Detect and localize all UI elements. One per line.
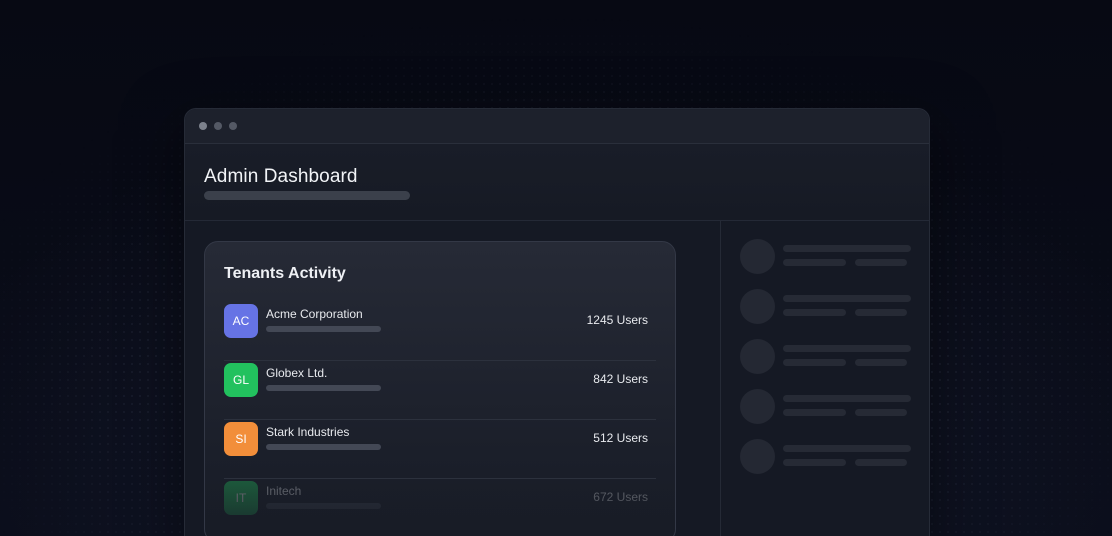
skeleton-avatar bbox=[740, 389, 775, 424]
tenant-detail-placeholder bbox=[266, 385, 381, 391]
tenant-name: Stark Industries bbox=[266, 425, 350, 439]
skeleton-list-item bbox=[740, 239, 912, 275]
app-window: Admin Dashboard Tenants Activity AC Acme… bbox=[184, 108, 930, 536]
window-titlebar bbox=[185, 109, 929, 144]
skeleton-line bbox=[855, 359, 907, 366]
skeleton-line bbox=[855, 409, 907, 416]
skeleton-line bbox=[855, 309, 907, 316]
tenant-avatar: GL bbox=[224, 363, 258, 397]
tenant-avatar: SI bbox=[224, 422, 258, 456]
window-close-button[interactable] bbox=[199, 122, 207, 130]
tenant-row[interactable]: SI Stark Industries 512 Users bbox=[224, 420, 656, 479]
tenant-detail-placeholder bbox=[266, 503, 381, 509]
tenant-avatar: AC bbox=[224, 304, 258, 338]
skeleton-list-item bbox=[740, 439, 912, 475]
tenant-user-count: 672 Users bbox=[593, 490, 648, 504]
side-panel-skeleton bbox=[721, 221, 929, 536]
tenant-avatar: IT bbox=[224, 481, 258, 515]
tenant-name: Acme Corporation bbox=[266, 307, 363, 321]
tenant-row[interactable]: GL Globex Ltd. 842 Users bbox=[224, 361, 656, 420]
window-minimize-button[interactable] bbox=[214, 122, 222, 130]
skeleton-avatar bbox=[740, 339, 775, 374]
tenant-detail-placeholder bbox=[266, 326, 381, 332]
tenant-row[interactable]: IT Initech 672 Users bbox=[224, 479, 656, 536]
subtitle-placeholder bbox=[204, 191, 410, 200]
dashboard-header: Admin Dashboard bbox=[185, 144, 929, 221]
tenant-name: Globex Ltd. bbox=[266, 366, 328, 380]
tenant-user-count: 1245 Users bbox=[586, 313, 648, 327]
skeleton-list-item bbox=[740, 339, 912, 375]
tenant-user-count: 842 Users bbox=[593, 372, 648, 386]
skeleton-avatar bbox=[740, 439, 775, 474]
skeleton-line bbox=[783, 445, 911, 452]
tenants-activity-card: Tenants Activity AC Acme Corporation 124… bbox=[204, 241, 676, 536]
tenant-detail-placeholder bbox=[266, 444, 381, 450]
skeleton-list-item bbox=[740, 289, 912, 325]
page-title: Admin Dashboard bbox=[204, 166, 358, 187]
tenant-name: Initech bbox=[266, 484, 302, 498]
card-title: Tenants Activity bbox=[224, 265, 346, 282]
tenant-row[interactable]: AC Acme Corporation 1245 Users bbox=[224, 302, 656, 361]
skeleton-line bbox=[855, 459, 907, 466]
skeleton-line bbox=[783, 295, 911, 302]
tenant-list: AC Acme Corporation 1245 Users GL Globex… bbox=[224, 302, 656, 536]
skeleton-line bbox=[783, 345, 911, 352]
tenant-user-count: 512 Users bbox=[593, 431, 648, 445]
skeleton-avatar bbox=[740, 289, 775, 324]
dashboard-content: Tenants Activity AC Acme Corporation 124… bbox=[185, 221, 929, 536]
skeleton-line bbox=[783, 395, 911, 402]
skeleton-avatar bbox=[740, 239, 775, 274]
main-panel: Tenants Activity AC Acme Corporation 124… bbox=[185, 221, 720, 536]
skeleton-line bbox=[855, 259, 907, 266]
skeleton-list-item bbox=[740, 389, 912, 425]
skeleton-line bbox=[783, 259, 846, 266]
skeleton-line bbox=[783, 309, 846, 316]
skeleton-line bbox=[783, 245, 911, 252]
skeleton-line bbox=[783, 359, 846, 366]
skeleton-line bbox=[783, 409, 846, 416]
window-maximize-button[interactable] bbox=[229, 122, 237, 130]
skeleton-line bbox=[783, 459, 846, 466]
